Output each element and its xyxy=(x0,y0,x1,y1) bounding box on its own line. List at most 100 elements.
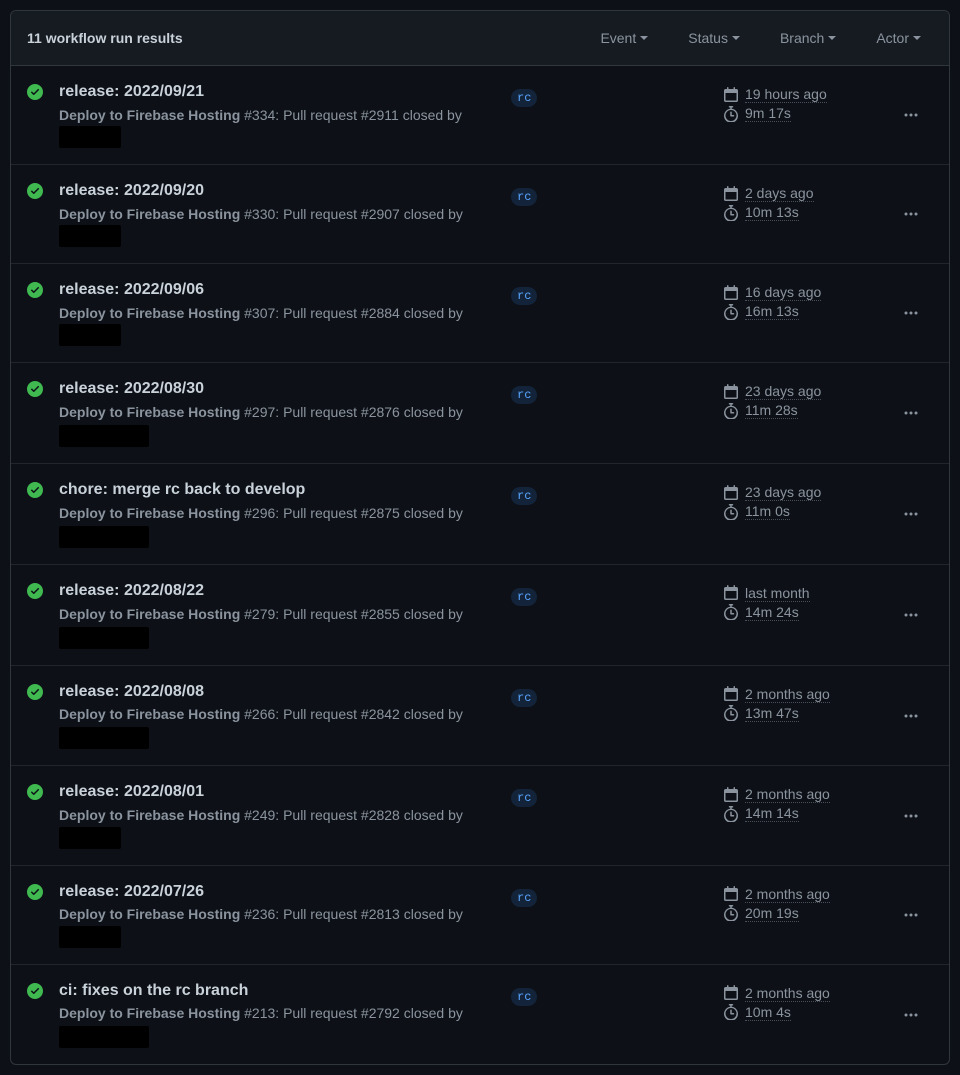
run-meta: last month14m 24s xyxy=(723,581,883,621)
run-title-link[interactable]: release: 2022/08/30 xyxy=(59,379,204,400)
run-actions-menu-button[interactable] xyxy=(897,1001,925,1029)
filter-event[interactable]: Event xyxy=(588,27,660,49)
workflow-name: Deploy to Firebase Hosting xyxy=(59,305,240,321)
run-number: #249 xyxy=(244,807,275,823)
branch-badge[interactable]: rc xyxy=(511,89,537,107)
filter-branch[interactable]: Branch xyxy=(768,27,848,49)
run-description: Deploy to Firebase Hosting #307: Pull re… xyxy=(59,303,499,346)
run-duration: 11m 0s xyxy=(723,503,883,520)
workflow-name: Deploy to Firebase Hosting xyxy=(59,107,240,123)
run-actions-menu-button[interactable] xyxy=(897,299,925,327)
run-main: release: 2022/09/06Deploy to Firebase Ho… xyxy=(59,280,499,346)
status-indicator xyxy=(27,581,47,602)
run-actions-menu-button[interactable] xyxy=(897,500,925,528)
run-age: 2 months ago xyxy=(723,985,883,1002)
run-main: release: 2022/09/21 Deploy to Firebase Ho… xyxy=(59,82,499,148)
stopwatch-icon xyxy=(723,806,739,822)
filter-status[interactable]: Status xyxy=(676,27,752,49)
run-description: Deploy to Firebase Hosting #279: Pull re… xyxy=(59,604,499,649)
run-meta: 2 months ago10m 4s xyxy=(723,981,883,1021)
run-duration: 14m 24s xyxy=(723,604,883,621)
filter-actor[interactable]: Actor xyxy=(864,27,933,49)
workflow-run-row: ci: fixes on the rc branch Deploy to Fire… xyxy=(11,965,949,1065)
run-actions-menu-button[interactable] xyxy=(897,200,925,228)
branch-column: rc xyxy=(511,682,711,707)
branch-badge[interactable]: rc xyxy=(511,689,537,707)
status-indicator xyxy=(27,682,47,703)
success-check-icon xyxy=(27,583,43,599)
pr-number: #2907 xyxy=(361,206,400,222)
run-duration: 16m 13s xyxy=(723,303,883,320)
workflow-name: Deploy to Firebase Hosting xyxy=(59,1005,240,1021)
actions-column xyxy=(895,200,927,228)
run-title-link[interactable]: release: 2022/09/21 xyxy=(59,82,204,103)
status-indicator xyxy=(27,379,47,400)
workflow-run-row: release: 2022/08/22Deploy to Firebase Ho… xyxy=(11,565,949,666)
branch-badge[interactable]: rc xyxy=(511,487,537,505)
workflow-run-row: release: 2022/08/01Deploy to Firebase Ho… xyxy=(11,766,949,865)
redacted-actor xyxy=(59,324,121,346)
pr-number: #2813 xyxy=(361,906,400,922)
run-age: 2 months ago xyxy=(723,786,883,803)
redacted-actor xyxy=(59,1026,149,1048)
calendar-icon xyxy=(723,285,739,301)
run-title-link[interactable]: chore: merge rc back to develop xyxy=(59,480,305,501)
run-title-link[interactable]: release: 2022/09/20 xyxy=(59,181,204,202)
run-actions-menu-button[interactable] xyxy=(897,399,925,427)
run-title-link[interactable]: release: 2022/08/01 xyxy=(59,782,204,803)
run-actions-menu-button[interactable] xyxy=(897,702,925,730)
branch-badge[interactable]: rc xyxy=(511,588,537,606)
success-check-icon xyxy=(27,84,43,100)
branch-column: rc xyxy=(511,280,711,305)
caret-down-icon xyxy=(828,36,836,40)
run-title-link[interactable]: release: 2022/09/06 xyxy=(59,280,204,301)
run-actions-menu-button[interactable] xyxy=(897,802,925,830)
stopwatch-icon xyxy=(723,504,739,520)
results-count: 11 workflow run results xyxy=(27,30,183,46)
status-indicator xyxy=(27,782,47,803)
actions-column xyxy=(895,399,927,427)
workflow-name: Deploy to Firebase Hosting xyxy=(59,906,240,922)
run-duration: 20m 19s xyxy=(723,905,883,922)
kebab-horizontal-icon xyxy=(903,708,919,724)
kebab-horizontal-icon xyxy=(903,305,919,321)
branch-badge[interactable]: rc xyxy=(511,188,537,206)
pr-number: #2792 xyxy=(361,1005,400,1021)
actions-column xyxy=(895,702,927,730)
redacted-actor xyxy=(59,627,149,649)
run-age: 19 hours ago xyxy=(723,86,883,103)
run-main: release: 2022/08/30Deploy to Firebase Ho… xyxy=(59,379,499,447)
caret-down-icon xyxy=(640,36,648,40)
run-title-link[interactable]: release: 2022/07/26 xyxy=(59,882,204,903)
run-actions-menu-button[interactable] xyxy=(897,901,925,929)
stopwatch-icon xyxy=(723,604,739,620)
branch-badge[interactable]: rc xyxy=(511,789,537,807)
run-meta: 23 days ago11m 28s xyxy=(723,379,883,419)
run-title-link[interactable]: ci: fixes on the rc branch xyxy=(59,981,248,1002)
stopwatch-icon xyxy=(723,1004,739,1020)
run-age: 23 days ago xyxy=(723,383,883,400)
status-indicator xyxy=(27,882,47,903)
workflow-run-row: release: 2022/08/08Deploy to Firebase Ho… xyxy=(11,666,949,767)
run-title-link[interactable]: release: 2022/08/08 xyxy=(59,682,204,703)
branch-column: rc xyxy=(511,882,711,907)
workflow-name: Deploy to Firebase Hosting xyxy=(59,505,240,521)
branch-column: rc xyxy=(511,379,711,404)
run-duration: 13m 47s xyxy=(723,705,883,722)
run-title-link[interactable]: release: 2022/08/22 xyxy=(59,581,204,602)
run-age: 16 days ago xyxy=(723,284,883,301)
run-meta: 2 months ago14m 14s xyxy=(723,782,883,822)
kebab-horizontal-icon xyxy=(903,907,919,923)
run-actions-menu-button[interactable] xyxy=(897,101,925,129)
kebab-horizontal-icon xyxy=(903,206,919,222)
branch-badge[interactable]: rc xyxy=(511,287,537,305)
workflow-run-row: chore: merge rc back to develop Deploy to… xyxy=(11,464,949,565)
run-number: #236 xyxy=(244,906,275,922)
branch-badge[interactable]: rc xyxy=(511,386,537,404)
branch-badge[interactable]: rc xyxy=(511,988,537,1006)
branch-column: rc xyxy=(511,82,711,107)
run-actions-menu-button[interactable] xyxy=(897,601,925,629)
calendar-icon xyxy=(723,186,739,202)
kebab-horizontal-icon xyxy=(903,808,919,824)
calendar-icon xyxy=(723,585,739,601)
